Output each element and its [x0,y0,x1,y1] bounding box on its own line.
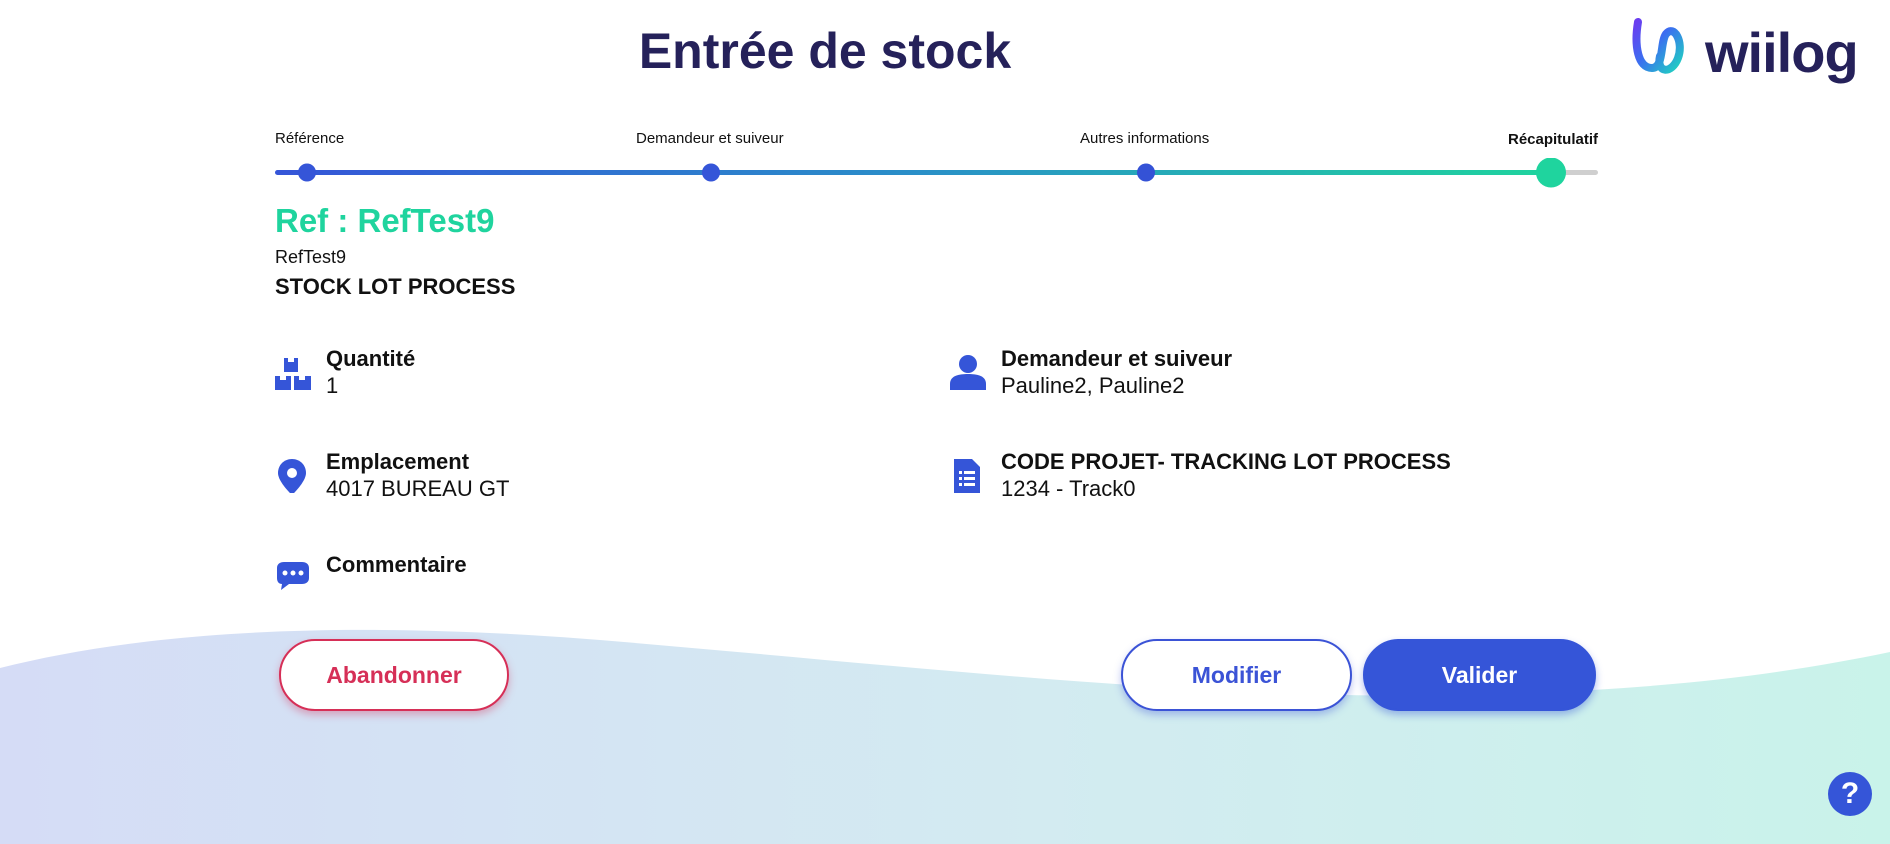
location-label: Emplacement [326,449,470,474]
page-title: Entrée de stock [638,23,1012,79]
step-label-reference[interactable]: Référence [275,130,344,147]
wiilog-logo[interactable]: wiilog [1630,16,1860,86]
quantity-value: 1 [326,373,339,398]
comment-icon [277,562,309,590]
step-dot-other-info [1137,163,1155,182]
reference-code: RefTest9 [275,247,347,267]
help-button[interactable]: ? [1828,772,1872,816]
abandon-button[interactable]: Abandonner [279,639,509,711]
validate-button[interactable]: Valider [1363,639,1596,711]
step-label-requester[interactable]: Demandeur et suiveur [636,130,784,147]
wiilog-logo-icon [1632,18,1684,74]
step-label-other-info[interactable]: Autres informations [1080,130,1209,147]
reference-description: STOCK LOT PROCESS [275,274,516,299]
comment-label: Commentaire [326,552,467,577]
location-pin-icon [278,459,306,493]
stepper-track [275,158,1598,188]
reference-title: Ref : RefTest9 [275,202,495,239]
page: Entrée de stock wiilog Référence Demande… [0,0,1890,844]
location-value: 4017 BUREAU GT [326,476,510,501]
wiilog-logo-text: wiilog [1705,21,1859,84]
quantity-label: Quantité [326,346,416,371]
progress-stepper: Référence Demandeur et suiveur Autres in… [275,128,1598,188]
step-dot-reference [298,163,316,182]
requester-label: Demandeur et suiveur [1001,346,1233,371]
user-icon [950,355,986,390]
boxes-icon [275,358,311,390]
requester-detail: Demandeur et suiveur Pauline2, Pauline2 [950,346,1510,406]
step-dot-requester [702,163,720,182]
quantity-detail: Quantité 1 [275,346,835,406]
document-icon [954,459,980,493]
step-label-summary[interactable]: Récapitulatif [1508,131,1598,148]
background-wave [0,629,1890,844]
project-detail: CODE PROJET- TRACKING LOT PROCESS 1234 -… [950,449,1550,509]
project-label: CODE PROJET- TRACKING LOT PROCESS [1001,449,1451,474]
modify-button[interactable]: Modifier [1121,639,1352,711]
project-value: 1234 - Track0 [1001,476,1136,501]
comment-detail: Commentaire [275,552,835,592]
step-dot-summary [1536,158,1566,188]
location-detail: Emplacement 4017 BUREAU GT [275,449,835,509]
requester-value: Pauline2, Pauline2 [1001,373,1185,398]
